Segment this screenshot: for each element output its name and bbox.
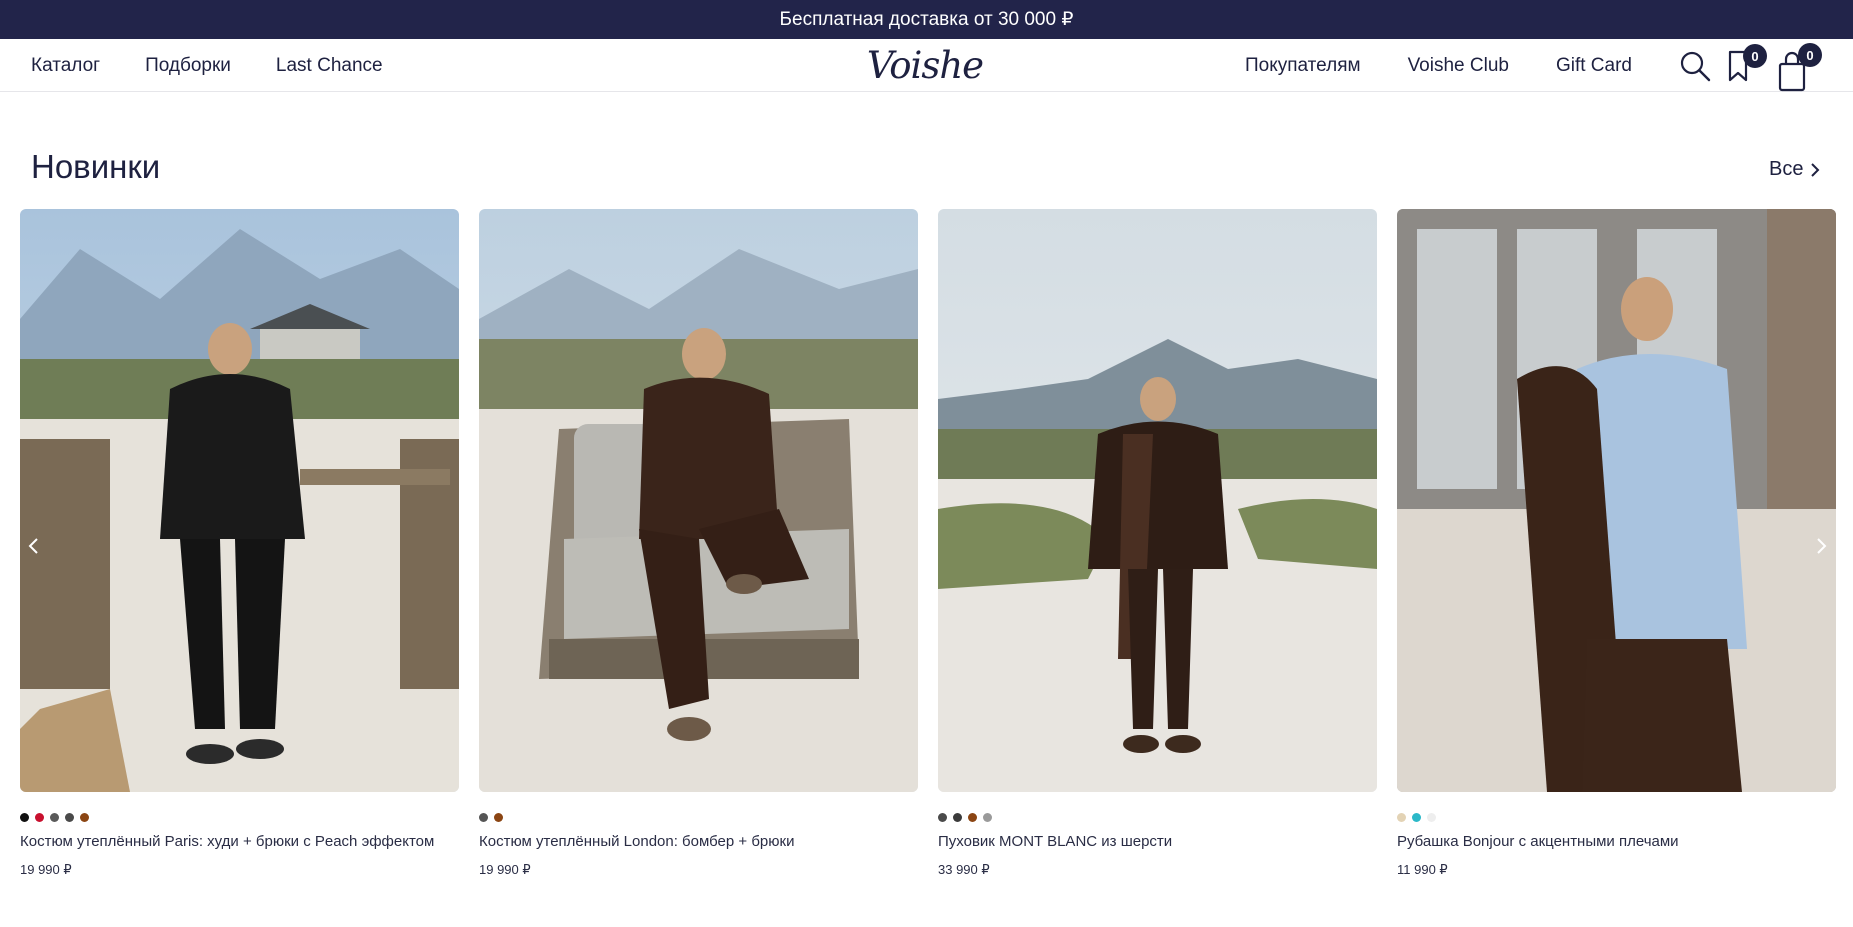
chevron-right-icon [1817,538,1827,554]
color-swatch[interactable] [35,813,44,822]
color-swatch[interactable] [80,813,89,822]
search-icon [1680,51,1711,82]
product-card[interactable]: Рубашка Bonjour с акцентными плечами 11 … [1397,209,1836,877]
view-all-label: Все [1769,158,1804,180]
color-swatch[interactable] [1427,813,1436,822]
promo-text: Бесплатная доставка от 30 000 ₽ [779,9,1074,30]
promo-bar: Бесплатная доставка от 30 000 ₽ [0,0,1853,39]
product-name[interactable]: Рубашка Bonjour с акцентными плечами [1397,833,1836,850]
color-swatches [938,813,992,822]
product-image[interactable] [1397,209,1836,792]
product-image[interactable] [938,209,1377,792]
chevron-right-icon [1811,162,1820,177]
color-swatches [479,813,503,822]
nav-gift-card-link[interactable]: Gift Card [1556,55,1632,77]
nav-last-chance-link[interactable]: Last Chance [276,55,383,77]
color-swatch[interactable] [50,813,59,822]
carousel-prev-button[interactable] [22,534,46,558]
cart-count-badge: 0 [1798,43,1822,67]
color-swatches [1397,813,1436,822]
product-price: 33 990 ₽ [938,862,990,877]
section-title: Новинки [31,148,161,185]
color-swatch[interactable] [938,813,947,822]
main-nav-left: Каталог Подборки Last Chance [31,39,428,92]
color-swatch[interactable] [479,813,488,822]
product-name[interactable]: Пуховик MONT BLANC из шерсти [938,833,1377,850]
cart-button[interactable]: 0 [1777,43,1823,92]
product-image[interactable] [479,209,918,792]
color-swatch[interactable] [968,813,977,822]
search-button[interactable] [1678,49,1712,83]
product-image[interactable] [20,209,459,792]
color-swatch[interactable] [494,813,503,822]
product-card[interactable]: Костюм утеплённый Paris: худи + брюки с … [20,209,459,877]
product-price: 11 990 ₽ [1397,862,1448,877]
chevron-left-icon [28,538,38,554]
main-nav-right: Покупателям Voishe Club Gift Card [1245,39,1679,92]
color-swatch[interactable] [65,813,74,822]
site-logo[interactable]: Voishe [867,43,984,87]
product-card[interactable]: Пуховик MONT BLANC из шерсти 33 990 ₽ [938,209,1377,877]
favorites-button[interactable]: 0 [1726,44,1767,84]
view-all-link[interactable]: Все [1769,158,1821,181]
nav-catalog-link[interactable]: Каталог [31,55,100,77]
product-price: 19 990 ₽ [479,862,531,877]
nav-club-link[interactable]: Voishe Club [1408,55,1509,77]
product-price: 19 990 ₽ [20,862,72,877]
color-swatch[interactable] [20,813,29,822]
product-name[interactable]: Костюм утеплённый London: бомбер + брюки [479,833,918,850]
product-name[interactable]: Костюм утеплённый Paris: худи + брюки с … [20,833,459,850]
color-swatch[interactable] [953,813,962,822]
color-swatch[interactable] [1397,813,1406,822]
color-swatches [20,813,89,822]
nav-collections-link[interactable]: Подборки [145,55,231,77]
carousel-next-button[interactable] [1809,534,1833,558]
product-card[interactable]: Костюм утеплённый London: бомбер + брюки… [479,209,918,877]
favorites-count-badge: 0 [1743,44,1767,68]
nav-customers-link[interactable]: Покупателям [1245,55,1361,77]
color-swatch[interactable] [983,813,992,822]
color-swatch[interactable] [1412,813,1421,822]
site-header: Каталог Подборки Last Chance Voishe Поку… [0,39,1853,92]
